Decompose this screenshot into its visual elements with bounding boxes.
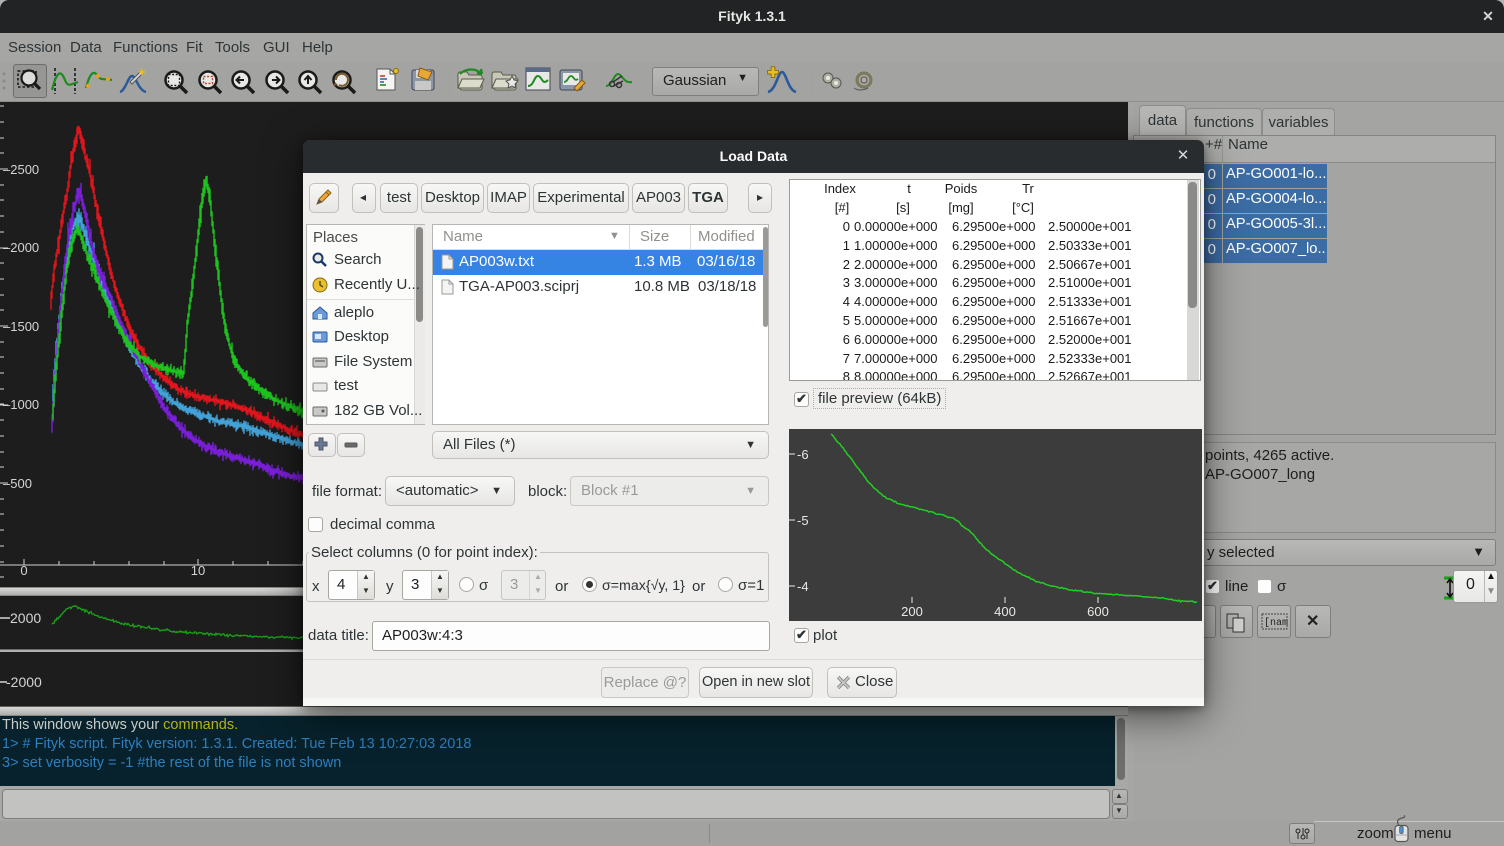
svg-text:0: 0 [20, 563, 27, 578]
svg-text:600: 600 [1087, 604, 1109, 619]
svg-text:–1000: –1000 [3, 397, 39, 412]
svg-text:-4: -4 [797, 579, 809, 594]
svg-text:–1500: –1500 [3, 319, 39, 334]
svg-text:-2000: -2000 [6, 674, 42, 690]
svg-text:–2000: –2000 [3, 240, 39, 255]
svg-text:–2500: –2500 [3, 162, 39, 177]
svg-text:-5: -5 [797, 513, 809, 528]
svg-text:400: 400 [994, 604, 1016, 619]
svg-text:[nam: [nam [1264, 617, 1288, 629]
svg-text:200: 200 [901, 604, 923, 619]
svg-text:10: 10 [191, 563, 205, 578]
svg-text:2000: 2000 [10, 610, 41, 626]
svg-text:-6: -6 [797, 447, 809, 462]
